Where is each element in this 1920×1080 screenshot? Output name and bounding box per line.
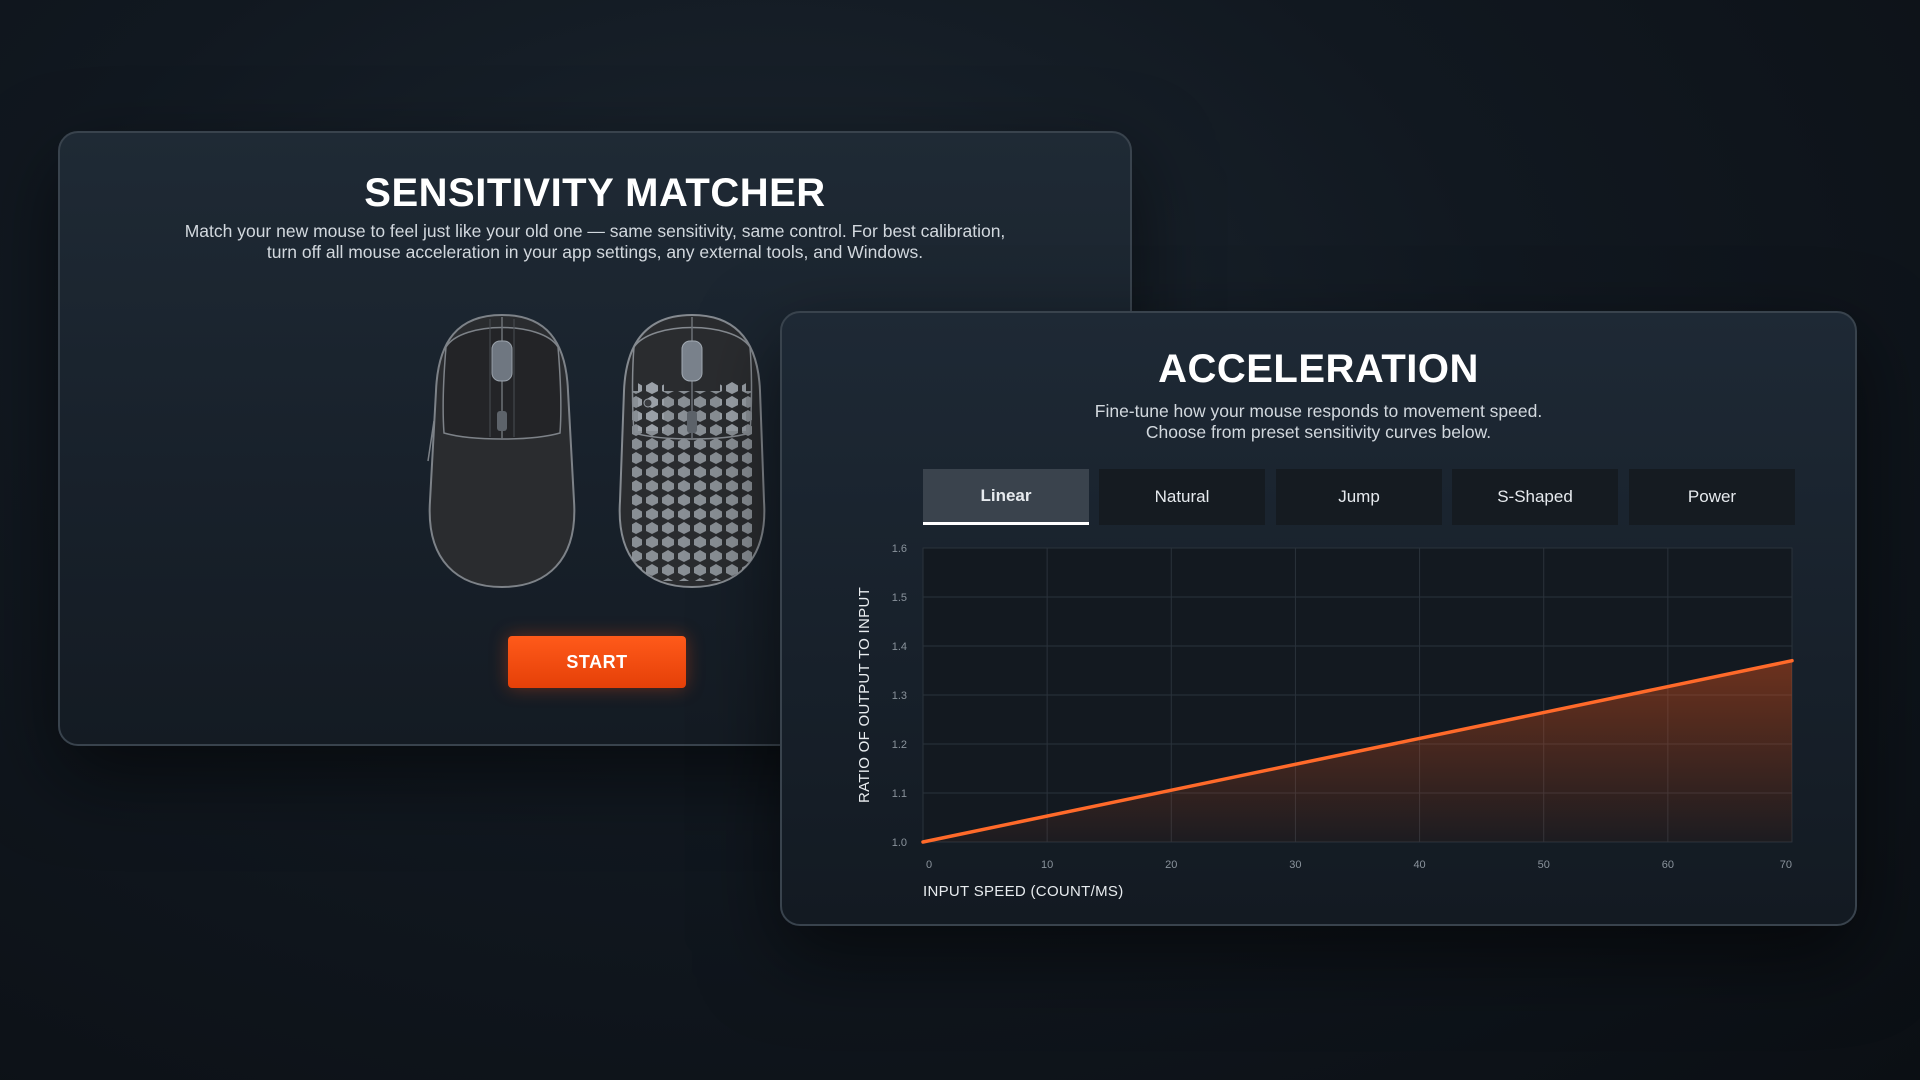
acceleration-curve-chart: 1.0 1.1 1.2 1.3 1.4 1.5 1.6 0 10 20 30 40 50 60 70 RA…: [856, 543, 1794, 900]
tab-linear[interactable]: Linear: [923, 469, 1089, 525]
x-tick-label: 20: [1165, 859, 1177, 871]
x-tick-label: 50: [1538, 859, 1550, 871]
acceleration-description: Fine-tune how your mouse responds to mov…: [782, 401, 1855, 443]
x-axis-ticks: 0 10 20 30 40 50 60 70: [926, 859, 1792, 871]
tab-power[interactable]: Power: [1629, 469, 1795, 525]
tab-jump[interactable]: Jump: [1276, 469, 1442, 525]
acceleration-description-line-2: Choose from preset sensitivity curves be…: [1145, 422, 1492, 442]
x-tick-label: 30: [1289, 859, 1301, 871]
y-axis-label: RATIO OF OUTPUT TO INPUT: [856, 587, 873, 803]
y-tick-label: 1.6: [892, 543, 907, 555]
acceleration-panel: ACCELERATION Fine-tune how your mouse re…: [780, 311, 1857, 926]
x-tick-label: 0: [926, 859, 932, 871]
y-tick-label: 1.4: [892, 641, 907, 653]
x-tick-label: 60: [1662, 859, 1674, 871]
tab-s-shaped[interactable]: S-Shaped: [1452, 469, 1618, 525]
acceleration-description-line-1: Fine-tune how your mouse responds to mov…: [1094, 401, 1543, 421]
y-tick-label: 1.2: [892, 739, 907, 751]
x-tick-label: 40: [1413, 859, 1425, 871]
description-line-2: turn off all mouse acceleration in your …: [266, 242, 924, 262]
new-mouse-icon: [618, 313, 766, 589]
y-tick-label: 1.0: [892, 837, 907, 849]
x-axis-label: INPUT SPEED (COUNT/MS): [923, 883, 1124, 900]
y-tick-label: 1.5: [892, 592, 907, 604]
sensitivity-matcher-description: Match your new mouse to feel just like y…: [60, 221, 1130, 263]
description-line-1: Match your new mouse to feel just like y…: [184, 221, 1006, 241]
old-mouse-icon: [427, 313, 576, 589]
acceleration-title: ACCELERATION: [1158, 347, 1479, 391]
y-tick-label: 1.3: [892, 690, 907, 702]
start-button[interactable]: START: [508, 636, 686, 688]
x-tick-label: 70: [1780, 859, 1792, 871]
x-tick-label: 10: [1041, 859, 1053, 871]
sensitivity-matcher-title: SENSITIVITY MATCHER: [364, 171, 826, 215]
y-axis-ticks: 1.0 1.1 1.2 1.3 1.4 1.5 1.6: [892, 543, 907, 849]
tab-natural[interactable]: Natural: [1099, 469, 1265, 525]
y-tick-label: 1.1: [892, 788, 907, 800]
